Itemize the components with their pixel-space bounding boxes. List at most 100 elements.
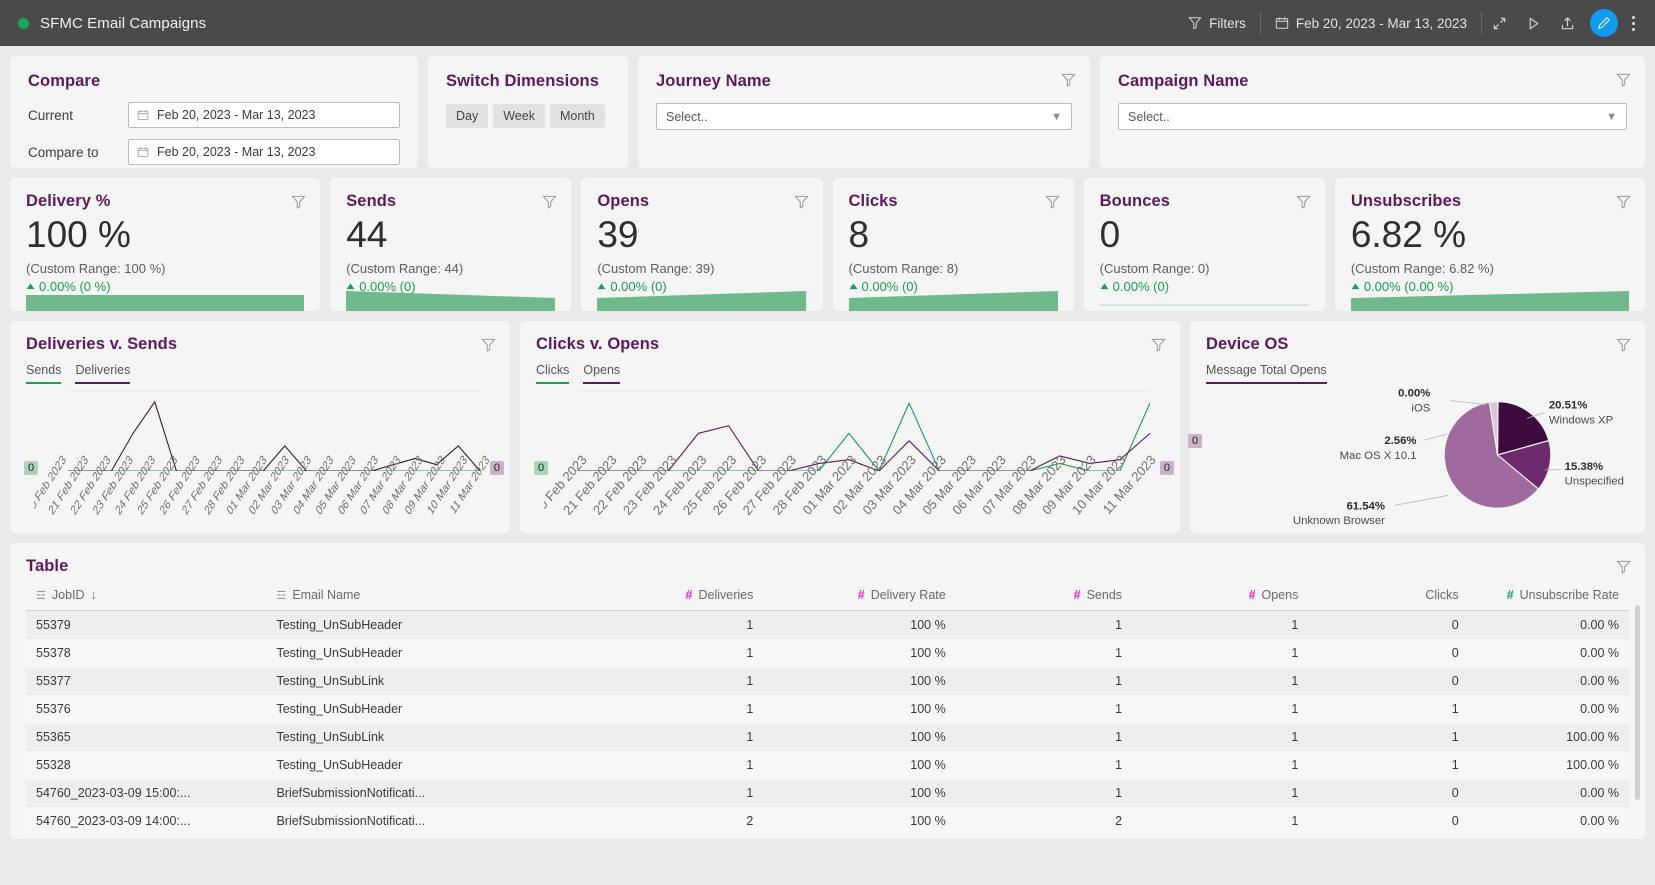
table-header-delivery-rate[interactable]: # Delivery Rate [763,576,956,611]
compare-to-date-input[interactable]: Feb 20, 2023 - Mar 13, 2023 [128,139,400,165]
pencil-icon [1598,17,1610,29]
filter-icon[interactable] [1296,194,1311,209]
table-row[interactable]: 55379 Testing_UnSubHeader 1 100 % 1 1 0 0.00 % [26,610,1629,639]
kpi-value: 100 % [26,214,131,255]
table-row[interactable]: 54760_2023-03-09 15:00:... BriefSubmissio… [26,779,1629,807]
filter-icon[interactable] [1616,194,1631,209]
kpi-title: Opens [597,192,650,210]
table-header-email-name[interactable]: ☲ Email Name [266,576,588,611]
table-cell: 100 % [910,674,946,688]
kpi-title: Bounces [1099,192,1171,210]
filter-icon[interactable] [481,337,496,352]
pie-category-label: Windows XP [1549,414,1613,426]
pie-value-label: 20.51% [1549,400,1587,412]
journey-name-select[interactable]: Select.. ▼ [656,103,1072,130]
table-header-clicks[interactable]: Clicks [1308,576,1469,611]
clicks-vs-opens-legend: Clicks Opens [536,363,1164,384]
legend-item-deliveries[interactable]: Deliveries [75,363,131,384]
table-header-deliveries[interactable]: # Deliveries [587,576,764,611]
compare-current-date-input[interactable]: Feb 20, 2023 - Mar 13, 2023 [128,102,400,128]
table-cell: 55377 [36,674,71,688]
table-total-cell: 44 [955,835,1133,839]
filter-icon[interactable] [1616,337,1631,352]
filter-icon[interactable] [1061,72,1076,87]
table-cell: 0.00 % [1580,646,1619,660]
table-row[interactable]: 55376 Testing_UnSubHeader 1 100 % 1 1 1 0.00 % [26,695,1629,723]
table-header-jobid[interactable]: ☲ JobID ↓ [26,576,267,611]
compare-panel-title: Compare [28,72,101,90]
clicks-vs-opens-xaxis: 20 Feb 2023 21 Feb 2023 22 Feb 2023 23 Feb … [544,449,1170,533]
more-options-button[interactable] [1624,15,1643,31]
pie-leader-line [1394,495,1449,506]
campaign-name-placeholder: Select.. [1128,109,1170,124]
campaign-name-select[interactable]: Select.. ▼ [1118,103,1627,130]
play-icon [1529,17,1538,29]
table-header-row: ☲ JobID ↓ ☲ Email Name # Deliveries # Delivery R… [26,576,1629,611]
top-bar-actions: Filters Feb 20, 2023 - Mar 13, 2023 [1174,7,1643,39]
sort-arrow-icon: ↓ [90,588,97,602]
kpi-value: 8 [848,214,870,255]
status-indicator-dot [18,17,29,29]
table-cell: 2 [1115,814,1123,828]
legend-item-clicks[interactable]: Clicks [536,363,570,384]
pie-leader-line [1424,433,1447,441]
table-header-opens[interactable]: # Opens [1132,576,1309,611]
table-row[interactable]: 55365 Testing_UnSubLink 1 100 % 1 1 1 100.00 % [26,723,1629,751]
compare-current-date-value: Feb 20, 2023 - Mar 13, 2023 [157,108,316,122]
table-cell: 0 [1451,646,1459,660]
table-row[interactable]: 55377 Testing_UnSubLink 1 100 % 1 1 0 0.00 % [26,667,1629,695]
calendar-icon [137,147,149,157]
calendar-icon [1275,17,1289,29]
filter-icon[interactable] [793,194,809,209]
legend-item-opens[interactable]: Opens [583,363,621,384]
compare-panel: Compare Current Feb 20, 2023 - Mar 13, 2… [10,56,418,168]
filter-icon[interactable] [1044,194,1060,209]
kpi-card-bounces: Bounces 0 (Custom Range: 0) 0.00% (0) [1083,178,1325,311]
share-button[interactable] [1550,7,1584,39]
table-header: ☲ JobID ↓ ☲ Email Name # Deliveries # Delivery R… [26,576,1629,611]
dimension-option-day[interactable]: Day [446,104,489,128]
edit-button[interactable] [1590,9,1618,37]
table-total-row: Total44100 %443986.82 % [26,835,1629,839]
table-cell: 1 [1115,618,1123,632]
abc-icon: ☲ [36,589,46,602]
journey-name-placeholder: Select.. [666,109,708,124]
kpi-sparkline [848,287,1058,311]
filter-icon[interactable] [1616,72,1631,87]
dimension-option-month[interactable]: Month [549,104,605,128]
filters-button[interactable]: Filters [1174,7,1260,39]
table-cell: 1 [1115,646,1123,660]
table-cell: 1 [1291,618,1299,632]
date-range-button[interactable]: Feb 20, 2023 - Mar 13, 2023 [1261,7,1481,39]
table-cell: 0.00 % [1580,786,1619,800]
date-range-label: Feb 20, 2023 - Mar 13, 2023 [1295,15,1467,31]
fullscreen-button[interactable] [1482,7,1516,39]
filter-row: Compare Current Feb 20, 2023 - Mar 13, 2… [10,56,1645,168]
table-row[interactable]: 55328 Testing_UnSubHeader 1 100 % 1 1 1 100.00 … [26,751,1629,779]
pie-value-label: 61.54% [1346,500,1384,512]
dimension-option-week[interactable]: Week [493,104,545,128]
table-cell: 55379 [36,618,71,632]
table-row[interactable]: 55378 Testing_UnSubHeader 1 100 % 1 1 0 0.00 % [26,639,1629,667]
deliveries-vs-sends-legend: Sends Deliveries [26,363,494,384]
table-scrollbar[interactable] [1635,605,1640,800]
table-total-cell: 44 [587,835,764,839]
table-cell: 1 [746,618,754,632]
table-cell: 1 [1291,730,1299,744]
device-os-title: Device OS [1206,335,1289,353]
filter-icon[interactable] [291,194,306,209]
filter-icon[interactable] [1616,559,1631,574]
table-cell: 55328 [36,758,71,772]
table-row[interactable]: 54760_2023-03-09 14:00:... BriefSubmissio… [26,807,1629,835]
table-body: 55379 Testing_UnSubHeader 1 100 % 1 1 0 0.00 % 5… [26,610,1629,835]
legend-item-sends[interactable]: Sends [26,363,62,384]
table-cell: 0 [1451,618,1459,632]
play-button[interactable] [1516,7,1550,39]
table-header-sends[interactable]: # Sends [955,576,1133,611]
filter-icon[interactable] [542,194,558,209]
table-header-unsubscribe-rate[interactable]: # Unsubscribe Rate [1468,576,1629,611]
compare-current-row: Current Feb 20, 2023 - Mar 13, 2023 [28,102,400,128]
filter-icon[interactable] [1151,337,1166,352]
table-cell: 100 % [910,702,946,716]
table-cell: 100 % [910,618,946,632]
